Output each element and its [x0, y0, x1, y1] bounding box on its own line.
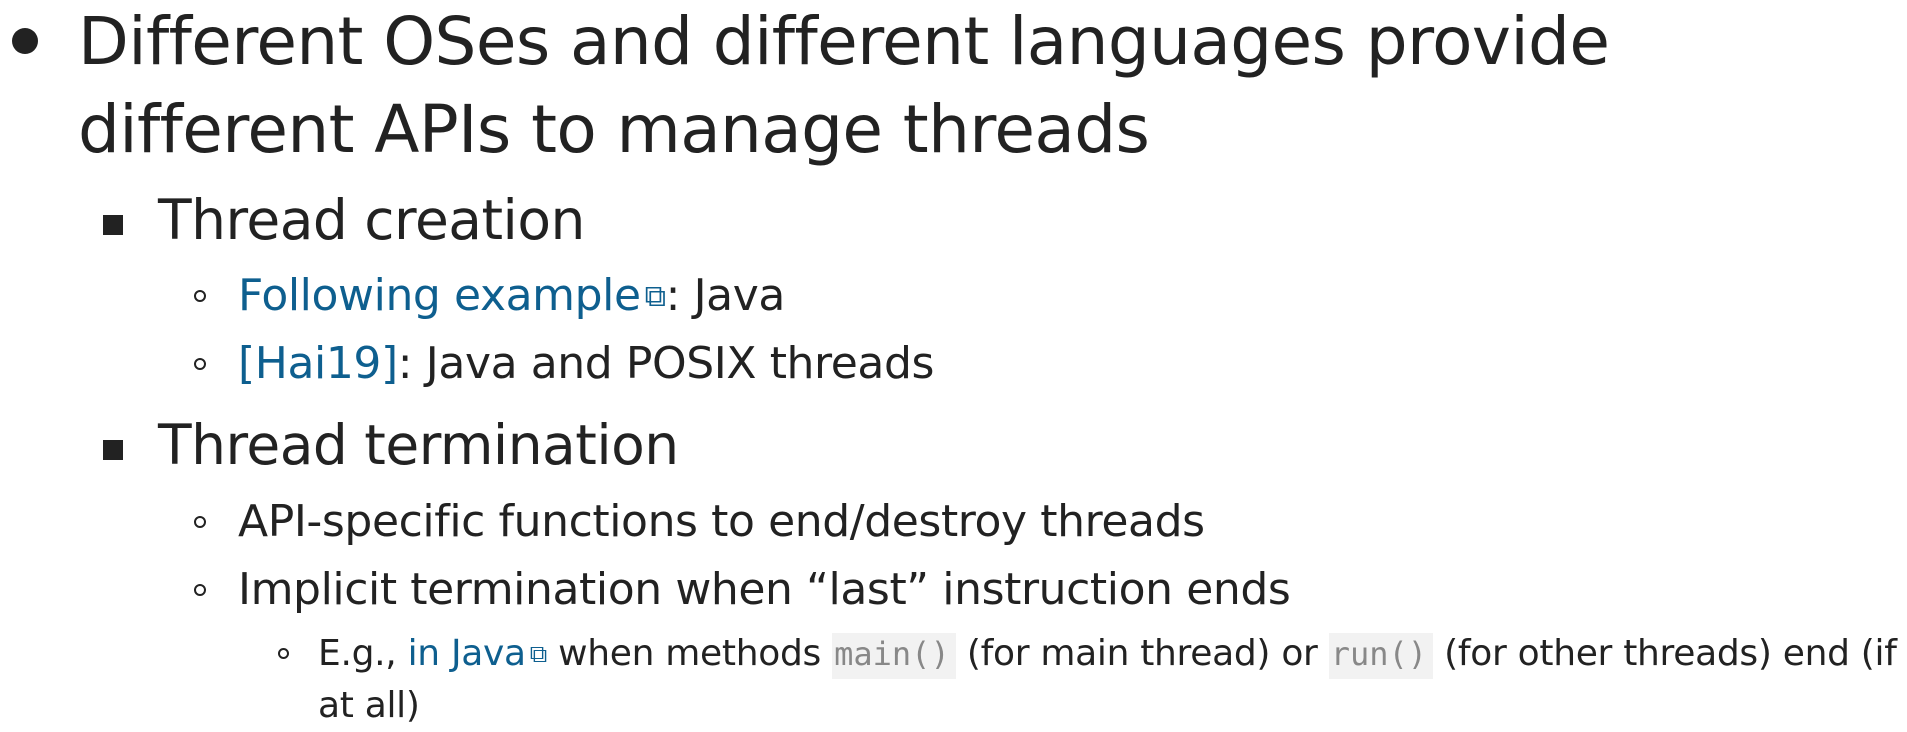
disc-bullet-icon: [12, 28, 38, 54]
external-link-icon: ⧉: [529, 639, 547, 669]
list-item-implicit-termination: Implicit termination when “last” instruc…: [194, 562, 1291, 618]
main-method-code: main(): [832, 633, 956, 679]
following-example-link[interactable]: Following example ⧉: [238, 270, 666, 321]
in-java-link-text: in Java: [407, 633, 527, 674]
list-item-api-specific: API-specific functions to end/destroy th…: [194, 494, 1205, 550]
api-specific-text: API-specific functions to end/destroy th…: [238, 496, 1205, 547]
circle-bullet-icon: [194, 358, 206, 370]
following-example-link-text: Following example: [238, 270, 641, 321]
square-bullet-icon: [103, 440, 123, 460]
external-link-icon: ⧉: [644, 279, 666, 315]
java-example-mid1: when methods: [546, 633, 833, 674]
hai19-suffix: : Java and POSIX threads: [397, 338, 935, 389]
list-item-following-example: Following example ⧉: Java: [194, 268, 786, 325]
java-example-mid2: (for main thread) or: [955, 633, 1329, 674]
circle-bullet-icon: [194, 290, 206, 302]
main-bullet-item: Different OSes and different languages p…: [12, 0, 1858, 174]
list-item-java-example: E.g., in Java ⧉ when methods main() (for …: [278, 628, 1898, 732]
in-java-link[interactable]: in Java ⧉: [407, 633, 548, 674]
circle-bullet-icon: [194, 584, 206, 596]
thread-termination-heading: Thread termination: [158, 413, 679, 477]
square-bullet-icon: [103, 215, 123, 235]
implicit-termination-text: Implicit termination when “last” instruc…: [238, 564, 1291, 615]
circle-bullet-icon: [194, 516, 206, 528]
run-method-code: run(): [1328, 633, 1434, 679]
java-example-prefix: E.g.,: [318, 633, 408, 674]
slide: Different OSes and different languages p…: [0, 0, 1907, 726]
circle-bullet-icon: [278, 648, 289, 659]
list-item-thread-creation: Thread creation: [103, 185, 585, 255]
main-bullet-text: Different OSes and different languages p…: [78, 3, 1610, 168]
hai19-citation-link[interactable]: [Hai19]: [238, 338, 398, 389]
list-item-thread-termination: Thread termination: [103, 410, 679, 480]
thread-creation-heading: Thread creation: [158, 188, 585, 252]
list-item-hai19: [Hai19]: Java and POSIX threads: [194, 336, 935, 392]
following-example-suffix: : Java: [665, 270, 786, 321]
